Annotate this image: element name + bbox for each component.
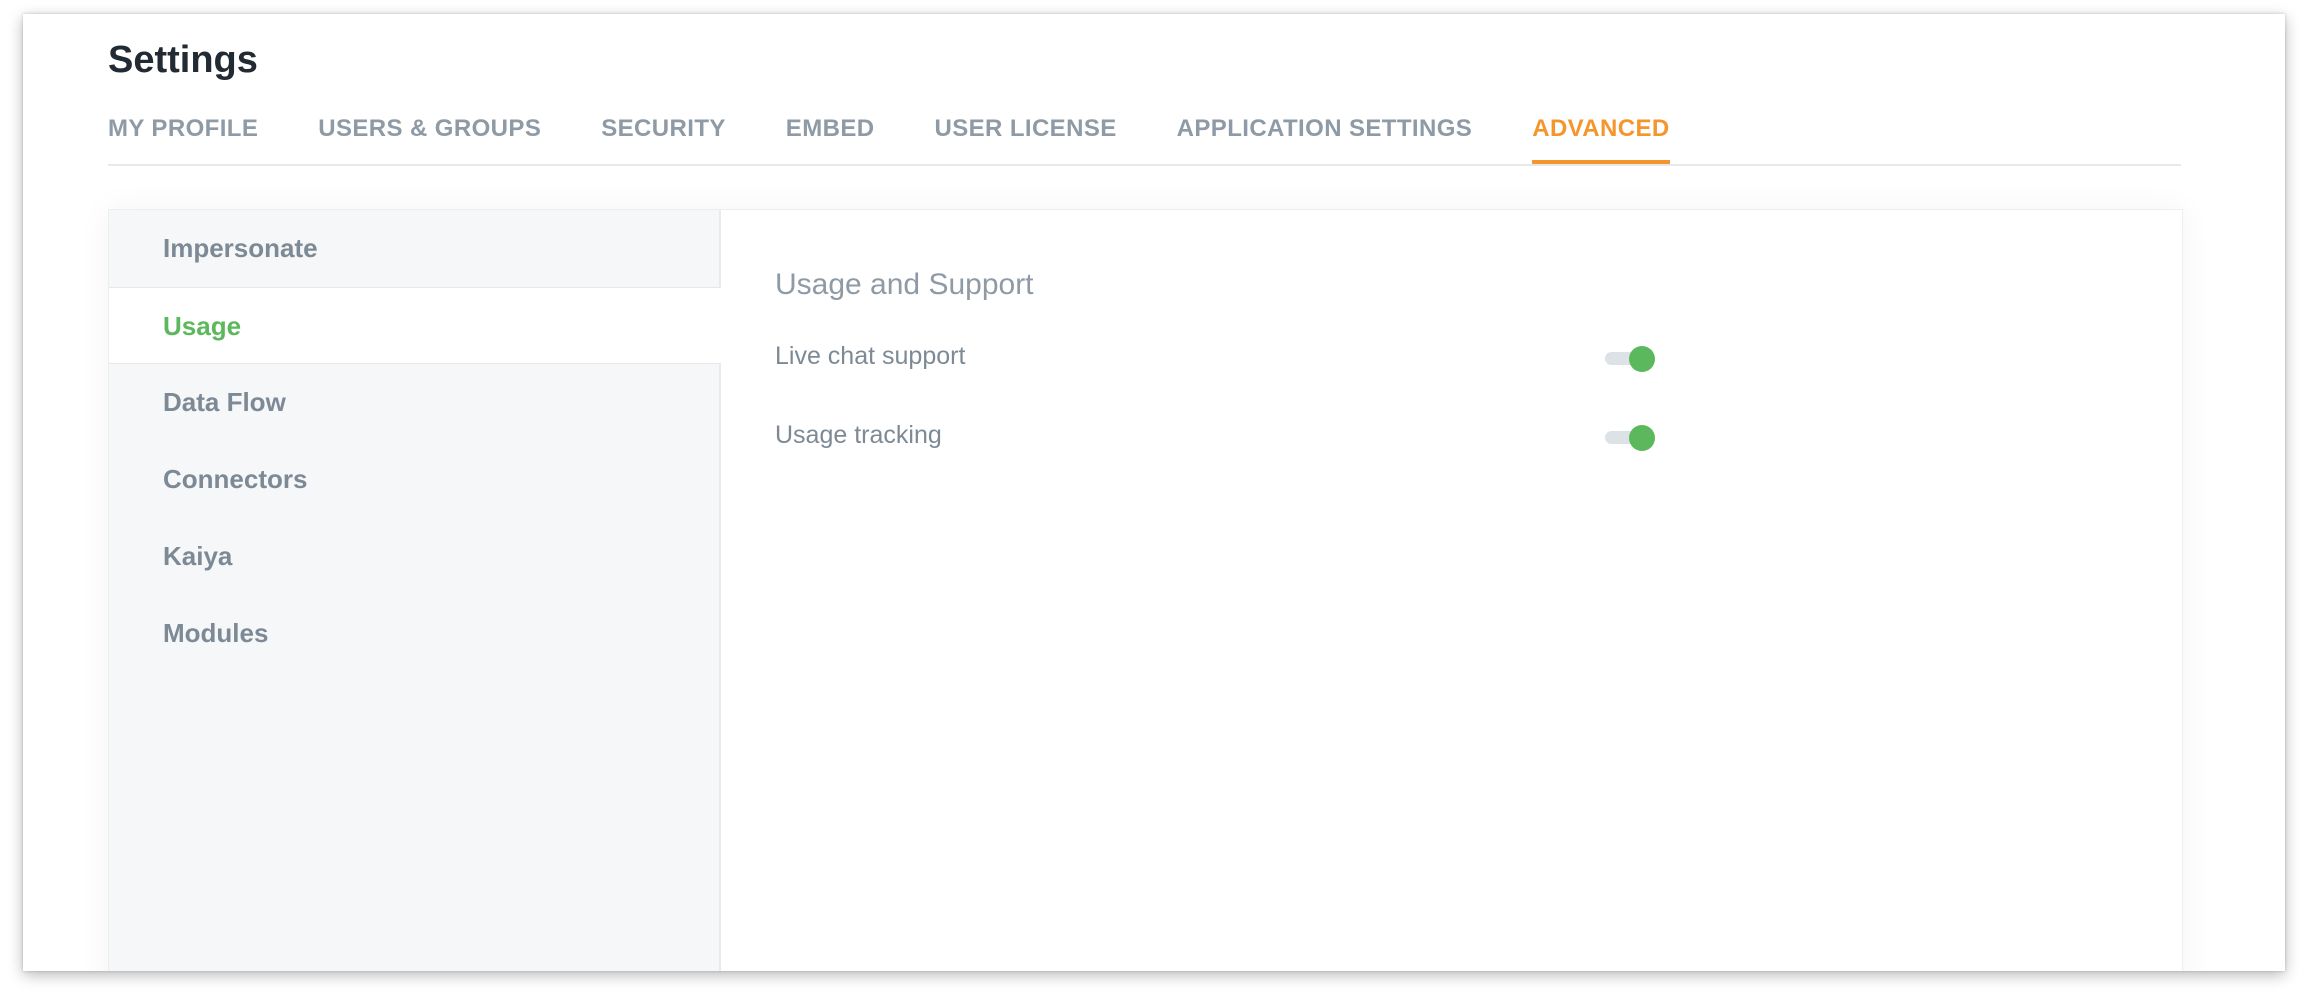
tab-application-settings[interactable]: APPLICATION SETTINGS — [1177, 102, 1473, 162]
tab-security[interactable]: SECURITY — [601, 102, 726, 162]
advanced-side-nav: Impersonate Usage Data Flow Connectors K… — [109, 210, 721, 971]
usage-content: Usage and Support Live chat support Usag… — [721, 210, 2182, 971]
toggle-knob — [1629, 425, 1655, 451]
usage-tracking-toggle[interactable] — [1605, 425, 1655, 451]
side-nav-item-impersonate[interactable]: Impersonate — [109, 210, 719, 287]
tab-my-profile[interactable]: MY PROFILE — [108, 102, 258, 162]
tab-embed[interactable]: EMBED — [786, 102, 875, 162]
setting-row-live-chat-support: Live chat support — [775, 338, 1655, 378]
side-nav-item-connectors[interactable]: Connectors — [109, 441, 719, 518]
setting-row-usage-tracking: Usage tracking — [775, 417, 1655, 457]
tab-users-groups[interactable]: USERS & GROUPS — [318, 102, 541, 162]
setting-label-usage-tracking: Usage tracking — [775, 421, 942, 449]
settings-window: Settings MY PROFILE USERS & GROUPS SECUR… — [23, 14, 2285, 971]
side-nav-item-modules[interactable]: Modules — [109, 595, 719, 672]
side-nav-item-usage[interactable]: Usage — [109, 287, 721, 364]
page-title: Settings — [108, 39, 258, 81]
settings-tabs: MY PROFILE USERS & GROUPS SECURITY EMBED… — [108, 102, 2181, 166]
toggle-knob — [1629, 346, 1655, 372]
side-nav-item-kaiya[interactable]: Kaiya — [109, 518, 719, 595]
tab-advanced[interactable]: ADVANCED — [1532, 102, 1671, 164]
side-nav-item-data-flow[interactable]: Data Flow — [109, 364, 719, 441]
tab-user-license[interactable]: USER LICENSE — [934, 102, 1116, 162]
live-chat-support-toggle[interactable] — [1605, 346, 1655, 372]
setting-label-live-chat-support: Live chat support — [775, 342, 966, 370]
section-title: Usage and Support — [775, 268, 1034, 301]
advanced-settings-panel: Impersonate Usage Data Flow Connectors K… — [108, 209, 2183, 971]
